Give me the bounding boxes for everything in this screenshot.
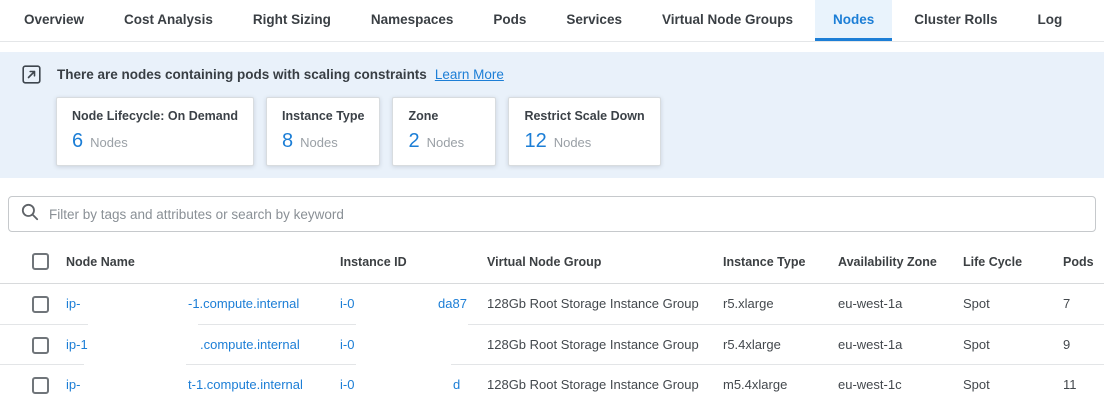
virtual-node-group-cell: 128Gb Root Storage Instance Group (487, 365, 723, 404)
life-cycle-cell: Spot (963, 325, 1063, 365)
instance-id-link[interactable]: i-0d (340, 377, 354, 392)
table-header-row: Node Name Instance ID Virtual Node Group… (0, 240, 1104, 284)
availability-zone-cell: eu-west-1a (838, 284, 963, 324)
redaction-box (356, 362, 451, 398)
instance-id-link[interactable]: i-0 (340, 337, 354, 352)
card-unit: Nodes (554, 135, 592, 150)
virtual-node-group-cell: 128Gb Root Storage Instance Group (487, 284, 723, 324)
availability-zone-cell: eu-west-1a (838, 325, 963, 365)
life-cycle-cell: Spot (963, 284, 1063, 324)
col-header-availability-zone: Availability Zone (838, 255, 963, 269)
card-count: 12 (524, 130, 546, 153)
card-title: Node Lifecycle: On Demand (72, 109, 238, 123)
node-name-link[interactable]: ip-t-1.compute.internal (66, 377, 80, 392)
scaling-constraints-banner: There are nodes containing pods with sca… (0, 52, 1104, 178)
card-unit: Nodes (90, 135, 128, 150)
learn-more-link[interactable]: Learn More (435, 67, 504, 82)
redaction-box (84, 362, 186, 398)
tab-namespaces[interactable]: Namespaces (353, 0, 472, 41)
instance-type-cell: r5.xlarge (723, 284, 838, 324)
tab-virtual-node-groups[interactable]: Virtual Node Groups (644, 0, 811, 41)
instance-type-cell: m5.4xlarge (723, 365, 838, 404)
card-unit: Nodes (427, 135, 465, 150)
nodes-table: Node Name Instance ID Virtual Node Group… (0, 240, 1104, 404)
pods-cell: 11 (1063, 365, 1104, 404)
select-all-checkbox[interactable] (32, 253, 49, 270)
tab-bar: Overview Cost Analysis Right Sizing Name… (0, 0, 1104, 42)
col-header-pods: Pods (1063, 255, 1104, 269)
scale-out-icon (22, 65, 41, 84)
col-header-life-cycle: Life Cycle (963, 255, 1063, 269)
col-header-instance-type: Instance Type (723, 255, 838, 269)
row-checkbox[interactable] (32, 377, 49, 394)
col-header-virtual-node-group: Virtual Node Group (487, 255, 723, 269)
card-unit: Nodes (300, 135, 338, 150)
tab-cluster-rolls[interactable]: Cluster Rolls (896, 0, 1015, 41)
availability-zone-cell: eu-west-1c (838, 365, 963, 404)
pods-cell: 9 (1063, 325, 1104, 365)
node-name-link[interactable]: ip-1.compute.internal (66, 337, 88, 352)
constraint-card-zone[interactable]: Zone 2 Nodes (392, 97, 496, 166)
card-title: Restrict Scale Down (524, 109, 644, 123)
table-row: ip-t-1.compute.internal i-0d 128Gb Root … (0, 364, 1104, 404)
filter-search-bar (8, 196, 1096, 232)
redaction-box (84, 288, 186, 318)
instance-id-link[interactable]: i-0da87 (340, 296, 354, 311)
table-row: ip--1.compute.internal i-0da87 128Gb Roo… (0, 284, 1104, 324)
search-input[interactable] (49, 207, 1083, 222)
tab-nodes[interactable]: Nodes (815, 0, 892, 41)
redaction-box (356, 322, 468, 358)
card-count: 6 (72, 130, 83, 153)
tab-pods[interactable]: Pods (475, 0, 544, 41)
col-header-node-name: Node Name (66, 255, 340, 269)
row-checkbox[interactable] (32, 337, 49, 354)
tab-right-sizing[interactable]: Right Sizing (235, 0, 349, 41)
tab-log[interactable]: Log (1020, 0, 1081, 41)
constraint-card-restrict-scale-down[interactable]: Restrict Scale Down 12 Nodes (508, 97, 660, 166)
tab-overview[interactable]: Overview (6, 0, 102, 41)
constraint-card-instance-type[interactable]: Instance Type 8 Nodes (266, 97, 380, 166)
node-name-link[interactable]: ip--1.compute.internal (66, 296, 80, 311)
banner-message: There are nodes containing pods with sca… (57, 67, 427, 82)
redaction-box (356, 288, 436, 318)
table-row: ip-1.compute.internal i-0 128Gb Root Sto… (0, 324, 1104, 364)
card-count: 2 (408, 130, 419, 153)
constraint-cards: Node Lifecycle: On Demand 6 Nodes Instan… (56, 97, 1082, 166)
virtual-node-group-cell: 128Gb Root Storage Instance Group (487, 325, 723, 365)
pods-cell: 7 (1063, 284, 1104, 324)
banner-message-row: There are nodes containing pods with sca… (22, 65, 1082, 84)
card-count: 8 (282, 130, 293, 153)
col-header-instance-id: Instance ID (340, 255, 487, 269)
instance-type-cell: r5.4xlarge (723, 325, 838, 365)
constraint-card-node-lifecycle[interactable]: Node Lifecycle: On Demand 6 Nodes (56, 97, 254, 166)
card-title: Instance Type (282, 109, 364, 123)
redaction-box (88, 322, 198, 358)
tab-cost-analysis[interactable]: Cost Analysis (106, 0, 231, 41)
tab-services[interactable]: Services (548, 0, 640, 41)
search-icon (21, 203, 39, 226)
card-title: Zone (408, 109, 480, 123)
row-checkbox[interactable] (32, 296, 49, 313)
life-cycle-cell: Spot (963, 365, 1063, 404)
